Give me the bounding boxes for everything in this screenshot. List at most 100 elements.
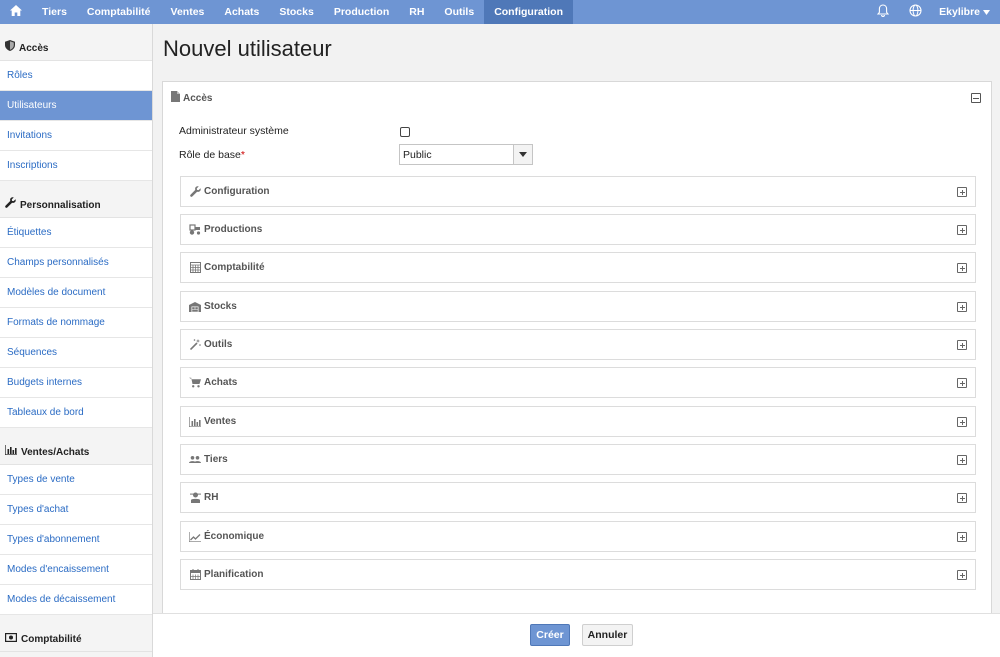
sidebar-item-champs-personnalises[interactable]: Champs personnalisés (0, 248, 152, 278)
subpanel-label: Ventes (204, 416, 237, 427)
sidebar-item-types-achat[interactable]: Types d'achat (0, 495, 152, 525)
nav-comptabilite[interactable]: Comptabilité (77, 0, 161, 24)
expand-icon[interactable] (957, 225, 967, 235)
expand-icon[interactable] (957, 302, 967, 312)
warehouse-icon (189, 301, 201, 313)
sidebar-item-types-vente[interactable]: Types de vente (0, 465, 152, 495)
sidebar-item-formats-nommage[interactable]: Formats de nommage (0, 308, 152, 338)
subpanel-ventes[interactable]: Ventes (180, 406, 976, 437)
subpanel-tiers[interactable]: Tiers (180, 444, 976, 475)
expand-icon[interactable] (957, 455, 967, 465)
nav-rh[interactable]: RH (399, 0, 434, 24)
page-title: Nouvel utilisateur (163, 36, 332, 61)
sidebar-item-invitations[interactable]: Invitations (0, 121, 152, 151)
nav-stocks[interactable]: Stocks (269, 0, 323, 24)
subpanel-outils[interactable]: Outils (180, 329, 976, 360)
subpanel-stocks[interactable]: Stocks (180, 291, 976, 322)
expand-icon[interactable] (957, 417, 967, 427)
main-content: Nouvel utilisateur Accès Administrateur … (153, 24, 1000, 657)
home-button[interactable] (0, 0, 32, 24)
person-icon (189, 492, 201, 504)
subpanel-label: Productions (204, 224, 263, 235)
top-navbar: Tiers Comptabilité Ventes Achats Stocks … (0, 0, 1000, 24)
acces-panel: Accès Administrateur système Rôle de bas… (162, 81, 992, 627)
subpanel-comptabilite[interactable]: Comptabilité (180, 252, 976, 283)
nav-outils[interactable]: Outils (434, 0, 484, 24)
sidebar-section-acces: Accès (0, 24, 152, 61)
sidebar-item-inscriptions[interactable]: Inscriptions (0, 151, 152, 181)
people-icon (189, 454, 201, 466)
acces-panel-header: Accès (171, 91, 212, 105)
expand-icon[interactable] (957, 263, 967, 273)
expand-icon[interactable] (957, 570, 967, 580)
sidebar-item-roles[interactable]: Rôles (0, 61, 152, 91)
required-marker: * (240, 149, 245, 161)
expand-icon[interactable] (957, 187, 967, 197)
nav-production[interactable]: Production (324, 0, 399, 24)
sidebar-item-tableaux-bord[interactable]: Tableaux de bord (0, 398, 152, 428)
tractor-icon (189, 224, 201, 236)
sidebar-item-etiquettes[interactable]: Étiquettes (0, 218, 152, 248)
collapse-icon[interactable] (971, 93, 981, 103)
create-button[interactable]: Créer (530, 624, 570, 646)
expand-icon[interactable] (957, 532, 967, 542)
sidebar-section-title: Ventes/Achats (21, 447, 90, 458)
nav-tiers[interactable]: Tiers (32, 0, 77, 24)
subpanel-rh[interactable]: RH (180, 482, 976, 513)
admin-label: Administrateur système (179, 125, 289, 137)
sidebar-section-title: Personnalisation (20, 200, 101, 211)
sidebar-item-utilisateurs[interactable]: Utilisateurs (0, 91, 152, 121)
sidebar-section-comptabilite: Comptabilité (0, 615, 152, 652)
admin-checkbox[interactable] (400, 127, 410, 137)
calendar-icon (189, 569, 201, 581)
role-label-text: Rôle de base (179, 149, 241, 161)
trend-icon (189, 531, 201, 543)
expand-icon[interactable] (957, 493, 967, 503)
sidebar-item-modes-encaissement[interactable]: Modes d'encaissement (0, 555, 152, 585)
sidebar-item-types-abonnement[interactable]: Types d'abonnement (0, 525, 152, 555)
role-select-value: Public (403, 148, 432, 161)
money-icon (5, 633, 18, 645)
language-button[interactable] (899, 4, 931, 20)
cancel-button[interactable]: Annuler (582, 624, 633, 646)
sidebar-item-budgets-internes[interactable]: Budgets internes (0, 368, 152, 398)
subpanel-planification[interactable]: Planification (180, 559, 976, 590)
subpanel-configuration[interactable]: Configuration (180, 176, 976, 207)
nav-achats[interactable]: Achats (214, 0, 269, 24)
sidebar-item-modeles-document[interactable]: Modèles de document (0, 278, 152, 308)
home-icon (10, 5, 22, 19)
subpanel-label: Tiers (204, 454, 228, 465)
expand-icon[interactable] (957, 378, 967, 388)
subpanel-economique[interactable]: Économique (180, 521, 976, 552)
user-name: Ekylibre (939, 6, 980, 18)
sidebar-item-modes-decaissement[interactable]: Modes de décaissement (0, 585, 152, 615)
wrench-icon (189, 186, 201, 198)
acces-panel-title: Accès (183, 92, 213, 104)
caret-down-icon (983, 6, 990, 18)
subpanel-label: Outils (204, 339, 233, 350)
globe-icon (909, 4, 922, 20)
sidebar-section-title: Comptabilité (21, 634, 82, 645)
sidebar-section-personnalisation: Personnalisation (0, 181, 152, 218)
nav-ventes[interactable]: Ventes (161, 0, 215, 24)
subpanel-label: Comptabilité (204, 262, 265, 273)
dropdown-arrow-icon[interactable] (513, 145, 532, 164)
bell-icon (876, 4, 890, 20)
nav-configuration[interactable]: Configuration (484, 0, 574, 24)
subpanel-productions[interactable]: Productions (180, 214, 976, 245)
sidebar-section-ventes-achats: Ventes/Achats (0, 428, 152, 465)
sidebar-item-sequences[interactable]: Séquences (0, 338, 152, 368)
subpanel-label: Planification (204, 569, 264, 580)
subpanel-achats[interactable]: Achats (180, 367, 976, 398)
subpanel-label: Économique (204, 531, 265, 542)
cart-icon (189, 377, 201, 389)
subpanel-label: RH (204, 492, 219, 503)
notifications-button[interactable] (867, 4, 899, 20)
form-actions: Créer Annuler (153, 613, 1000, 657)
user-menu[interactable]: Ekylibre (931, 6, 1000, 18)
role-select[interactable]: Public (399, 144, 533, 165)
shield-icon (5, 40, 15, 54)
expand-icon[interactable] (957, 340, 967, 350)
wrench-icon (5, 197, 16, 211)
sidebar: Accès Rôles Utilisateurs Invitations Ins… (0, 24, 153, 657)
